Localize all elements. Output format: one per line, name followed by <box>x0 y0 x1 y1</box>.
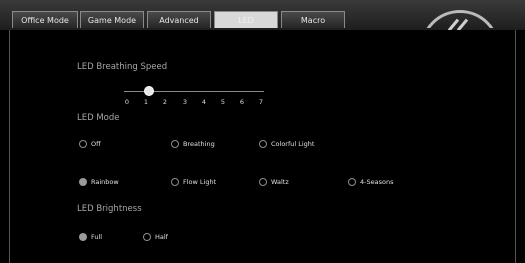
led-mode-4-seasons-radio[interactable]: 4-Seasons <box>348 178 393 186</box>
radio-label: Half <box>155 233 168 241</box>
speed-tick-label: 1 <box>143 98 149 106</box>
tab-office-mode[interactable]: Office Mode <box>12 11 78 28</box>
speed-tick-label: 0 <box>124 98 130 106</box>
radio-indicator <box>79 233 87 241</box>
speed-tick-label: 6 <box>239 98 245 106</box>
tab-game-mode[interactable]: Game Mode <box>80 11 144 28</box>
led-mode-rainbow-radio[interactable]: Rainbow <box>79 178 119 186</box>
radio-label: Waltz <box>271 178 289 186</box>
radio-indicator <box>171 178 179 186</box>
led-brightness-half-radio[interactable]: Half <box>143 233 168 241</box>
radio-indicator <box>171 140 179 148</box>
radio-label: Flow Light <box>183 178 217 186</box>
speed-tick-label: 2 <box>162 98 168 106</box>
speed-tick-label: 3 <box>182 98 188 106</box>
radio-label: 4-Seasons <box>360 178 394 186</box>
led-mode-title: LED Mode <box>77 113 120 123</box>
radio-label: Colorful Light <box>271 140 315 148</box>
radio-label: Full <box>91 233 103 241</box>
speed-tick-label: 4 <box>201 98 207 106</box>
led-mode-flow-light-radio[interactable]: Flow Light <box>171 178 216 186</box>
led-mode-waltz-radio[interactable]: Waltz <box>259 178 289 186</box>
radio-label: Rainbow <box>91 178 119 186</box>
led-mode-off-radio[interactable]: Off <box>79 140 101 148</box>
led-brightness-full-radio[interactable]: Full <box>79 233 102 241</box>
breathing-speed-title: LED Breathing Speed <box>77 62 168 72</box>
breathing-speed-slider-handle[interactable] <box>144 86 154 96</box>
radio-indicator <box>143 233 151 241</box>
speed-tick-label: 7 <box>258 98 264 106</box>
speed-tick-label: 5 <box>220 98 226 106</box>
tab-macro[interactable]: Macro <box>281 11 345 28</box>
radio-label: Off <box>91 140 101 148</box>
led-mode-colorful-light-radio[interactable]: Colorful Light <box>259 140 314 148</box>
tab-led[interactable]: LED <box>214 11 278 28</box>
led-brightness-title: LED Brightness <box>77 204 142 214</box>
radio-indicator <box>259 140 267 148</box>
radio-indicator <box>348 178 356 186</box>
radio-indicator <box>79 178 87 186</box>
radio-indicator <box>259 178 267 186</box>
radio-label: Breathing <box>183 140 215 148</box>
radio-indicator <box>79 140 87 148</box>
led-mode-breathing-radio[interactable]: Breathing <box>171 140 215 148</box>
tab-advanced[interactable]: Advanced <box>147 11 211 28</box>
tab-bar: Office Mode Game Mode Advanced LED Macro <box>0 0 525 32</box>
